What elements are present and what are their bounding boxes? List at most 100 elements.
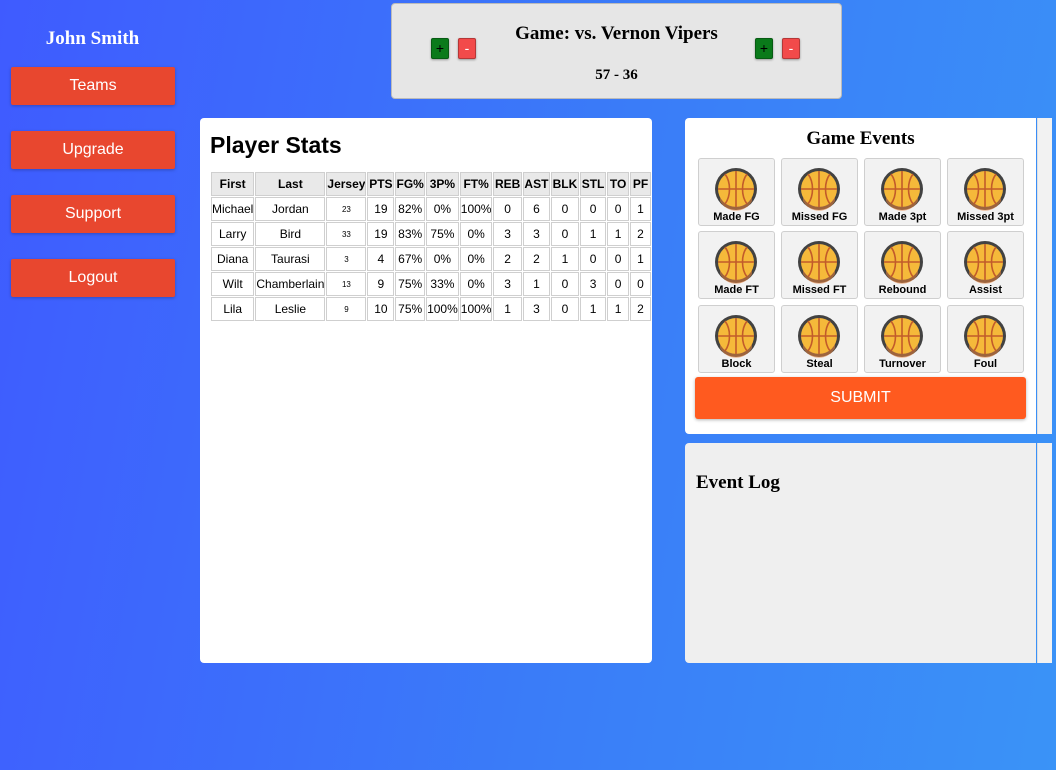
table-cell-to: 0 (607, 247, 629, 271)
table-header-row: First Last Jersey PTS FG% 3P% FT% REB AS… (211, 172, 651, 196)
table-cell-ast: 1 (522, 272, 551, 296)
event-button-label: Missed FG (791, 211, 848, 223)
event-button-turnover[interactable]: Turnover (864, 305, 941, 373)
table-cell-3p-pct: 33% (426, 272, 459, 296)
table-cell-jersey: 13 (326, 272, 367, 296)
game-title: Game: vs. Vernon Vipers (515, 23, 718, 44)
table-cell-ast: 6 (522, 197, 551, 221)
submit-button[interactable]: SUBMIT (695, 377, 1026, 419)
player-stats-panel: Player Stats First Last Jersey PTS FG% 3… (200, 118, 652, 663)
event-button-rebound[interactable]: Rebound (864, 231, 941, 299)
table-row: Michael Jordan 23 19 82% 0% 100% 0 6 0 0 0 1 (211, 197, 651, 221)
scoreboard: + - Game: vs. Vernon Vipers 57 - 36 + - (391, 3, 842, 99)
table-cell-pts: 19 (367, 222, 395, 246)
event-button-missed-3pt[interactable]: Missed 3pt (947, 158, 1024, 226)
column-header-reb[interactable]: REB (493, 172, 522, 196)
table-cell-fg-pct: 67% (395, 247, 426, 271)
table-cell-jersey: 3 (326, 247, 367, 271)
table-cell-stl: 0 (579, 197, 607, 221)
column-header-ast[interactable]: AST (522, 172, 551, 196)
user-name: John Smith (45, 28, 140, 49)
event-button-label: Block (721, 358, 752, 370)
event-button-label: Made FT (714, 284, 759, 296)
game-events-scrollbar[interactable] (1037, 118, 1052, 434)
game-events-panel: Game Events Made FG Missed FG Made 3pt Miss… (685, 118, 1036, 434)
teams-button[interactable]: Teams (11, 67, 175, 105)
away-score-plus-button[interactable]: + (755, 38, 773, 59)
basketball-icon (798, 168, 840, 211)
event-button-missed-ft[interactable]: Missed FT (781, 231, 858, 299)
table-cell-ft-pct: 0% (459, 222, 493, 246)
table-cell-3p-pct: 100% (426, 297, 459, 321)
table-cell-first: Michael (211, 197, 255, 221)
table-cell-to: 0 (607, 272, 629, 296)
table-cell-blk: 0 (551, 272, 579, 296)
column-header-blk[interactable]: BLK (551, 172, 579, 196)
table-cell-blk: 0 (551, 297, 579, 321)
table-cell-pts: 4 (367, 247, 395, 271)
column-header-ft-pct[interactable]: FT% (459, 172, 493, 196)
basketball-icon (881, 241, 923, 284)
event-button-made-3pt[interactable]: Made 3pt (864, 158, 941, 226)
table-cell-reb: 1 (493, 297, 522, 321)
column-header-jersey[interactable]: Jersey (326, 172, 367, 196)
table-cell-pts: 10 (367, 297, 395, 321)
table-cell-ft-pct: 100% (459, 197, 493, 221)
event-button-steal[interactable]: Steal (781, 305, 858, 373)
game-score: 57 - 36 (595, 67, 638, 83)
event-log-panel: Event Log (685, 443, 1036, 663)
table-cell-first: Wilt (211, 272, 255, 296)
event-button-label: Missed FT (792, 284, 847, 296)
event-button-made-ft[interactable]: Made FT (698, 231, 775, 299)
event-button-block[interactable]: Block (698, 305, 775, 373)
basketball-icon (881, 168, 923, 211)
column-header-last[interactable]: Last (255, 172, 326, 196)
player-stats-table: First Last Jersey PTS FG% 3P% FT% REB AS… (210, 171, 652, 322)
event-button-foul[interactable]: Foul (947, 305, 1024, 373)
table-cell-pf: 1 (630, 247, 651, 271)
table-cell-pf: 0 (630, 272, 651, 296)
basketball-icon (964, 315, 1006, 358)
column-header-pts[interactable]: PTS (367, 172, 395, 196)
column-header-3p-pct[interactable]: 3P% (426, 172, 459, 196)
column-header-pf[interactable]: PF (630, 172, 651, 196)
player-stats-body: Michael Jordan 23 19 82% 0% 100% 0 6 0 0 0 1 Larry Bir… (211, 197, 651, 321)
event-log-title: Event Log (696, 472, 780, 493)
table-cell-first: Diana (211, 247, 255, 271)
column-header-fg-pct[interactable]: FG% (395, 172, 426, 196)
table-cell-3p-pct: 0% (426, 197, 459, 221)
column-header-first[interactable]: First (211, 172, 255, 196)
table-cell-reb: 3 (493, 272, 522, 296)
event-button-label: Foul (973, 358, 998, 370)
column-header-to[interactable]: TO (607, 172, 629, 196)
event-log-scrollbar[interactable] (1037, 443, 1052, 663)
table-cell-ft-pct: 100% (459, 297, 493, 321)
table-cell-stl: 1 (579, 222, 607, 246)
support-button[interactable]: Support (11, 195, 175, 233)
table-cell-3p-pct: 0% (426, 247, 459, 271)
event-button-label: Missed 3pt (957, 211, 1014, 223)
table-row: Wilt Chamberlain 13 9 75% 33% 0% 3 1 0 3 0 0 (211, 272, 651, 296)
event-button-missed-fg[interactable]: Missed FG (781, 158, 858, 226)
basketball-icon (964, 241, 1006, 284)
table-cell-stl: 3 (579, 272, 607, 296)
table-cell-ast: 2 (522, 247, 551, 271)
table-cell-first: Larry (211, 222, 255, 246)
table-cell-pf: 2 (630, 222, 651, 246)
table-cell-last: Chamberlain (255, 272, 326, 296)
table-cell-to: 1 (607, 297, 629, 321)
column-header-stl[interactable]: STL (579, 172, 607, 196)
event-button-made-fg[interactable]: Made FG (698, 158, 775, 226)
event-button-assist[interactable]: Assist (947, 231, 1024, 299)
basketball-icon (798, 241, 840, 284)
table-cell-to: 1 (607, 222, 629, 246)
table-cell-blk: 0 (551, 222, 579, 246)
table-row: Larry Bird 33 19 83% 75% 0% 3 3 0 1 1 2 (211, 222, 651, 246)
logout-button[interactable]: Logout (11, 259, 175, 297)
upgrade-button[interactable]: Upgrade (11, 131, 175, 169)
table-cell-pts: 9 (367, 272, 395, 296)
table-row: Diana Taurasi 3 4 67% 0% 0% 2 2 1 0 0 1 (211, 247, 651, 271)
away-score-minus-button[interactable]: - (782, 38, 800, 59)
table-cell-reb: 0 (493, 197, 522, 221)
table-cell-ast: 3 (522, 297, 551, 321)
